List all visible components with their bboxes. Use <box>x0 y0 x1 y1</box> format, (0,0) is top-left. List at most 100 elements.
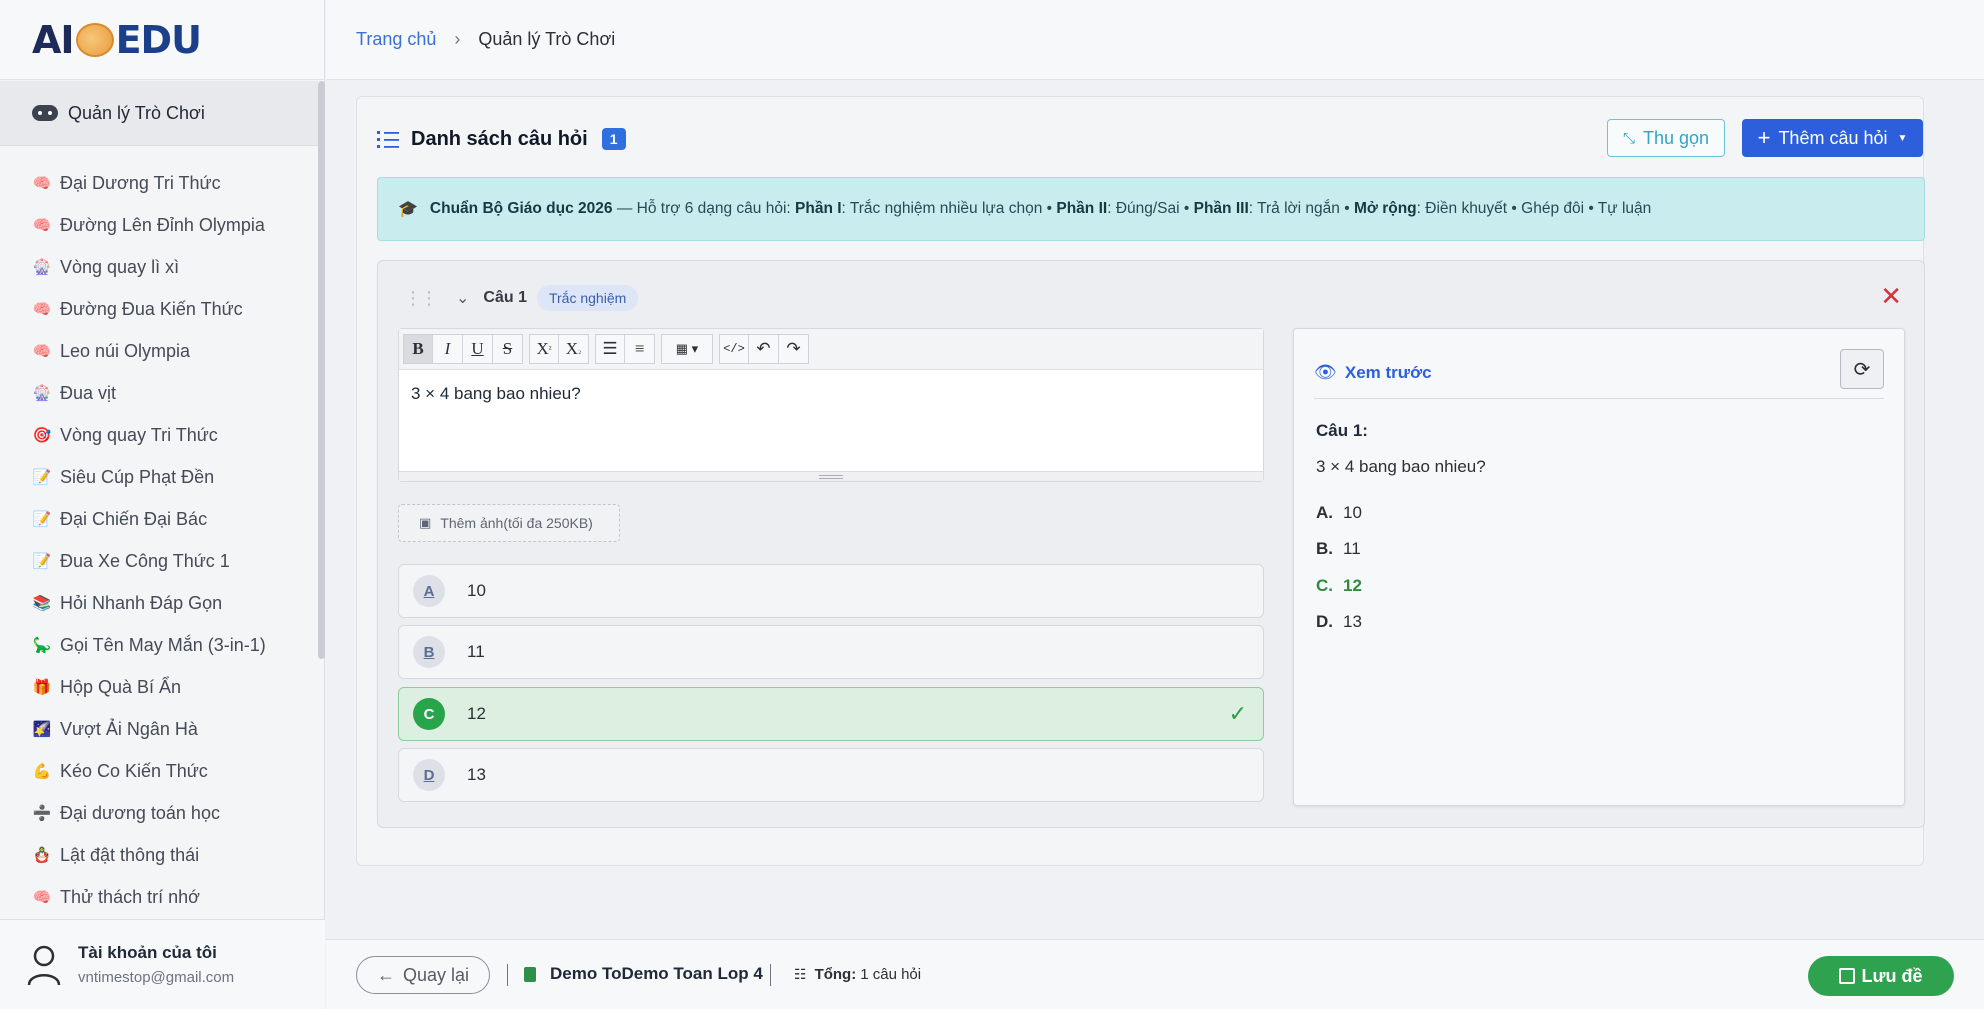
question-text-input[interactable]: 3 × 4 bang bao nhieu? <box>399 370 1263 418</box>
back-button[interactable]: ← Quay lại <box>356 956 490 994</box>
game-label: Vòng quay lì xì <box>60 256 180 277</box>
refresh-button[interactable]: ⟳ <box>1840 349 1884 389</box>
preview-header: 👁 Xem trước ⟳ <box>1314 347 1884 399</box>
list-icon: ☷ <box>794 966 807 982</box>
redo-button[interactable]: ↷ <box>779 334 809 364</box>
answer-letter[interactable]: C <box>413 698 445 730</box>
bottom-action-bar: ← Quay lại Demo ToDemo Toan Lop 4 ☷ Tổng… <box>326 939 1984 1009</box>
shooting-star-icon: 🌠 <box>32 721 52 738</box>
sidebar-item-game[interactable]: 🦕 Gọi Tên May Mắn (3-in-1) <box>0 624 318 666</box>
sidebar: AI EDU Quản lý Trò Chơi 🧠 Đại Dương Tri T… <box>0 0 325 1009</box>
answer-input[interactable]: 11 <box>467 642 485 662</box>
breadcrumb-home-link[interactable]: Trang chủ <box>356 29 436 50</box>
sidebar-item-game[interactable]: 🧠 Đại Dương Tri Thức <box>0 162 318 204</box>
logo-ai: AI <box>32 17 75 62</box>
wheel-icon: 🎡 <box>32 259 52 276</box>
strikethrough-button[interactable]: S <box>493 334 523 364</box>
gamepad-icon <box>32 105 58 121</box>
sidebar-item-game[interactable]: 🎡 Đua vịt <box>0 372 318 414</box>
bold-button[interactable]: B <box>403 334 433 364</box>
answer-letter[interactable]: A <box>413 575 445 607</box>
account-panel[interactable]: Tài khoản của tôi vntimestop@gmail.com <box>0 919 325 1009</box>
answer-option-a[interactable]: A 10 <box>398 564 1264 618</box>
game-label: Siêu Cúp Phạt Đền <box>60 466 215 487</box>
brain-emoji-icon: 🧠 <box>32 217 52 234</box>
subscript-button[interactable]: X₂ <box>559 334 589 364</box>
answer-input[interactable]: 12 <box>467 704 486 724</box>
answer-letter[interactable]: D <box>413 759 445 791</box>
underline-button[interactable]: U <box>463 334 493 364</box>
check-icon: ✓ <box>1228 701 1247 726</box>
sidebar-item-game[interactable]: 💪 Kéo Co Kiến Thức <box>0 750 318 792</box>
answer-option-b[interactable]: B 11 <box>398 625 1264 679</box>
image-icon: ▣ <box>419 515 432 530</box>
sidebar-item-game[interactable]: 🎯 Vòng quay Tri Thức <box>0 414 318 456</box>
rich-text-editor[interactable]: B I U S X² X₂ ☰ ≡ ▦ ▾ </> ↶ ↷ 3 × 4 bang… <box>398 328 1264 482</box>
chevron-down-icon[interactable]: ⌄ <box>456 288 469 308</box>
save-button[interactable]: Lưu đề <box>1808 956 1954 996</box>
answer-input[interactable]: 10 <box>467 581 486 601</box>
gift-icon: 🎁 <box>32 679 52 696</box>
table-button[interactable]: ▦ ▾ <box>661 334 713 364</box>
dinosaur-icon: 🦕 <box>32 637 52 654</box>
answer-input[interactable]: 13 <box>467 765 486 785</box>
sidebar-item-game[interactable]: ➗ Đại dương toán học <box>0 792 318 834</box>
sidebar-item-game[interactable]: 🌠 Vượt Ải Ngân Hà <box>0 708 318 750</box>
document-name: Demo ToDemo Toan Lop 4 <box>524 964 763 984</box>
target-icon: 🎯 <box>32 427 52 444</box>
memo-icon: 📝 <box>32 553 52 570</box>
wheel-icon: 🎡 <box>32 385 52 402</box>
info-text: Chuẩn Bộ Giáo dục 2026 — Hỗ trợ 6 dạng c… <box>429 200 1652 217</box>
preview-title: Xem trước <box>1344 362 1432 382</box>
add-image-label: Thêm ảnh(tối đa 250KB) <box>440 515 593 531</box>
answer-option-c[interactable]: C 12 ✓ <box>398 687 1264 741</box>
collapse-label: Thu gọn <box>1642 127 1710 148</box>
sidebar-item-game[interactable]: 🎁 Hộp Quà Bí Ẩn <box>0 666 318 708</box>
game-label: Đua Xe Công Thức 1 <box>60 550 230 571</box>
code-view-button[interactable]: </> <box>719 334 749 364</box>
drag-handle-icon[interactable]: ⋮⋮ <box>404 288 438 309</box>
game-label: Gọi Tên May Mắn (3-in-1) <box>60 634 266 655</box>
superscript-button[interactable]: X² <box>529 334 559 364</box>
logo[interactable]: AI EDU <box>0 0 324 80</box>
document-icon <box>524 966 536 982</box>
sidebar-item-game[interactable]: 📝 Đại Chiến Đại Bác <box>0 498 318 540</box>
collapse-button[interactable]: ⤡ Thu gọn <box>1607 119 1725 157</box>
user-icon <box>27 945 61 985</box>
undo-button[interactable]: ↶ <box>749 334 779 364</box>
sidebar-item-game[interactable]: 🧠 Đường Đua Kiến Thức <box>0 288 318 330</box>
sidebar-item-game[interactable]: 📝 Siêu Cúp Phạt Đền <box>0 456 318 498</box>
sidebar-item-game[interactable]: 🧠 Đường Lên Đỉnh Olympia <box>0 204 318 246</box>
divider <box>507 964 508 986</box>
game-label: Đại dương toán học <box>60 802 220 823</box>
sidebar-item-game[interactable]: 🪆 Lật đật thông thái <box>0 834 318 876</box>
divider <box>770 964 771 986</box>
bullet-list-button[interactable]: ☰ <box>595 334 625 364</box>
italic-button[interactable]: I <box>433 334 463 364</box>
answer-letter[interactable]: B <box>413 636 445 668</box>
sidebar-item-game[interactable]: 🎡 Vòng quay lì xì <box>0 246 318 288</box>
close-icon[interactable]: ✕ <box>1880 283 1902 309</box>
game-label: Lật đật thông thái <box>60 844 200 865</box>
sidebar-item-game[interactable]: 🧠 Leo núi Olympia <box>0 330 318 372</box>
game-label: Đua vịt <box>60 382 117 403</box>
account-email: vntimestop@gmail.com <box>78 969 235 986</box>
sidebar-item-game[interactable]: 🧠 Thử thách trí nhớ <box>0 876 318 918</box>
add-question-button[interactable]: + Thêm câu hỏi ▼ <box>1742 119 1923 157</box>
refresh-icon: ⟳ <box>1853 358 1871 381</box>
brain-emoji-icon: 🧠 <box>32 175 52 192</box>
numbered-list-button[interactable]: ≡ <box>625 334 655 364</box>
eye-icon: 👁 <box>1314 362 1337 382</box>
brain-emoji-icon: 🧠 <box>32 301 52 318</box>
books-icon: 📚 <box>32 595 52 612</box>
sidebar-scrollbar[interactable] <box>318 81 325 659</box>
answer-option-d[interactable]: D 13 <box>398 748 1264 802</box>
sidebar-item-game-management[interactable]: Quản lý Trò Chơi <box>0 81 318 146</box>
game-label: Vòng quay Tri Thức <box>60 424 218 445</box>
sidebar-item-game[interactable]: 📝 Đua Xe Công Thức 1 <box>0 540 318 582</box>
editor-resize-handle[interactable] <box>399 471 1263 481</box>
editor-toolbar: B I U S X² X₂ ☰ ≡ ▦ ▾ </> ↶ ↷ <box>399 329 1263 370</box>
preview-question-text: 3 × 4 bang bao nhieu? <box>1316 457 1486 476</box>
sidebar-item-game[interactable]: 📚 Hỏi Nhanh Đáp Gọn <box>0 582 318 624</box>
add-image-button[interactable]: ▣ Thêm ảnh(tối đa 250KB) <box>398 504 620 542</box>
